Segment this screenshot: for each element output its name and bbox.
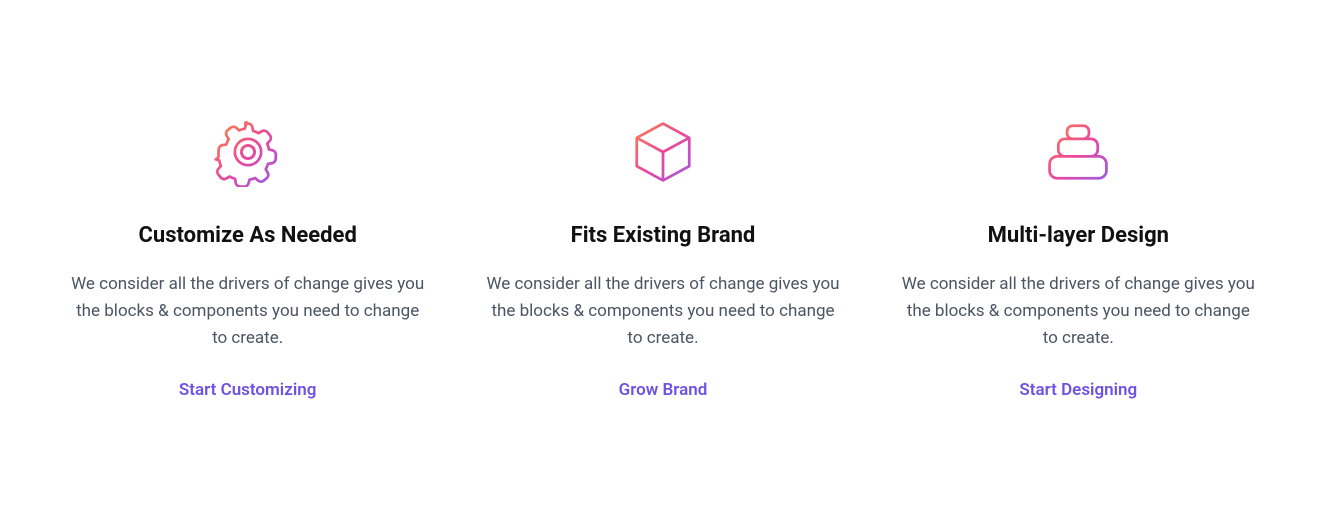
- grow-brand-link[interactable]: Grow Brand: [619, 380, 708, 400]
- feature-card-customize: Customize As Needed We consider all the …: [60, 112, 435, 400]
- cube-icon: [628, 112, 698, 192]
- feature-card-layers: Multi-layer Design We consider all the d…: [891, 112, 1266, 400]
- start-designing-link[interactable]: Start Designing: [1019, 380, 1137, 400]
- feature-description: We consider all the drivers of change gi…: [891, 271, 1266, 353]
- feature-title: Multi-layer Design: [988, 222, 1169, 251]
- features-row: Customize As Needed We consider all the …: [0, 112, 1326, 400]
- layers-icon: [1043, 112, 1113, 192]
- start-customizing-link[interactable]: Start Customizing: [179, 380, 317, 400]
- gear-icon: [213, 112, 283, 192]
- feature-title: Fits Existing Brand: [571, 222, 756, 251]
- feature-title: Customize As Needed: [139, 222, 357, 251]
- feature-description: We consider all the drivers of change gi…: [475, 271, 850, 353]
- feature-description: We consider all the drivers of change gi…: [60, 271, 435, 353]
- feature-card-brand: Fits Existing Brand We consider all the …: [475, 112, 850, 400]
